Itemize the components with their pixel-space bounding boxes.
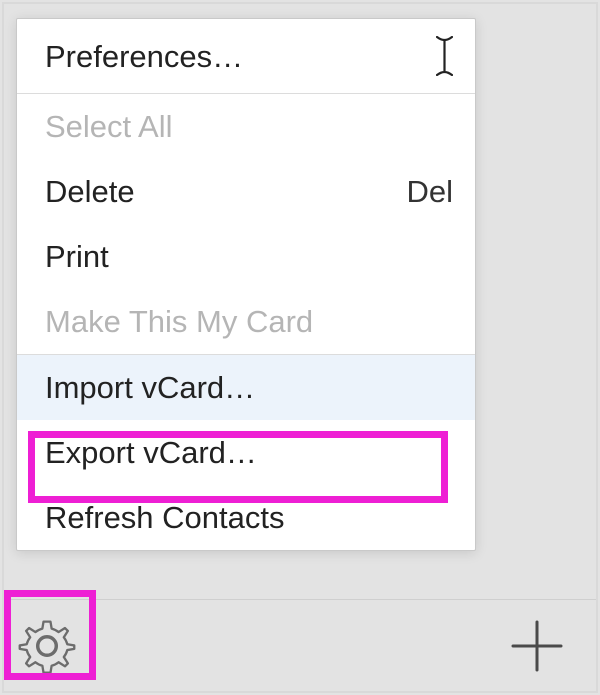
- menu-label-delete: Delete: [45, 176, 135, 207]
- add-contact-button[interactable]: [502, 611, 572, 681]
- bottom-toolbar: [4, 599, 596, 691]
- plus-icon: [509, 618, 565, 674]
- menu-label-select-all: Select All: [45, 111, 173, 142]
- menu-label-import-vcard: Import vCard…: [45, 372, 255, 403]
- gear-icon: [18, 617, 76, 675]
- menu-item-make-my-card: Make This My Card: [17, 289, 475, 354]
- menu-label-print: Print: [45, 241, 109, 272]
- menu-group-vcard: Import vCard… Export vCard… Refresh Cont…: [17, 354, 475, 550]
- menu-item-export-vcard[interactable]: Export vCard…: [17, 420, 475, 485]
- settings-menu: Preferences… Select All Delete Del Print…: [16, 18, 476, 551]
- menu-item-delete[interactable]: Delete Del: [17, 159, 475, 224]
- menu-group-edit: Select All Delete Del Print Make This My…: [17, 93, 475, 354]
- menu-shortcut-delete: Del: [406, 176, 453, 207]
- settings-button[interactable]: [12, 611, 82, 681]
- menu-label-refresh-contacts: Refresh Contacts: [45, 502, 285, 533]
- menu-label-make-my-card: Make This My Card: [45, 306, 313, 337]
- menu-item-import-vcard[interactable]: Import vCard…: [17, 355, 475, 420]
- menu-item-refresh-contacts[interactable]: Refresh Contacts: [17, 485, 475, 550]
- menu-item-print[interactable]: Print: [17, 224, 475, 289]
- menu-label-preferences: Preferences…: [45, 41, 243, 72]
- menu-label-export-vcard: Export vCard…: [45, 437, 257, 468]
- menu-item-select-all: Select All: [17, 94, 475, 159]
- text-cursor-icon: [436, 36, 453, 76]
- menu-group-prefs: Preferences…: [17, 19, 475, 93]
- menu-item-preferences[interactable]: Preferences…: [17, 19, 475, 93]
